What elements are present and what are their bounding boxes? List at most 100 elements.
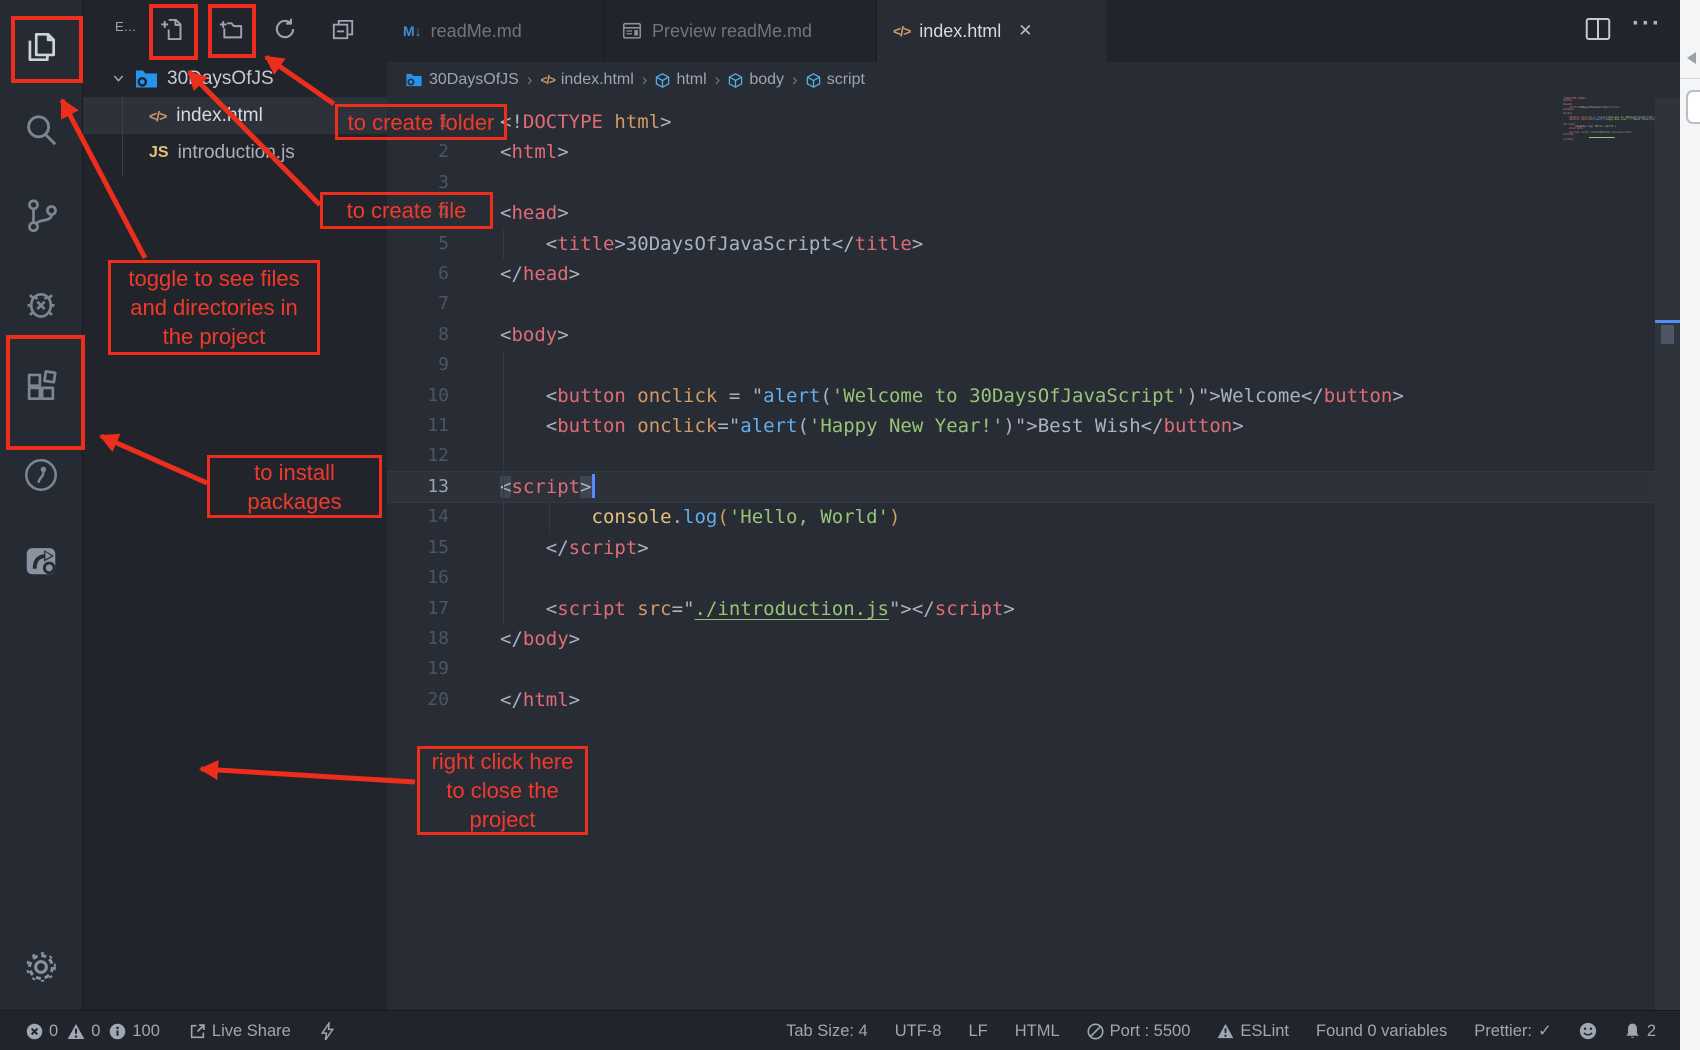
code-line[interactable]: 10 <button onclick = "alert('Welcome to …: [387, 381, 1655, 411]
run-session-icon[interactable]: [22, 456, 60, 494]
tab-preview-readme[interactable]: Preview readMe.md: [605, 0, 877, 62]
tab-size-indicator[interactable]: Tab Size: 4: [786, 1022, 868, 1041]
port-indicator[interactable]: Port : 5500: [1087, 1022, 1191, 1041]
folder-icon: [134, 68, 159, 90]
folder-icon: [405, 72, 423, 88]
circle-slash-icon: [1087, 1023, 1104, 1040]
code-line[interactable]: 2 <html>: [387, 137, 1655, 167]
lightning-icon: [320, 1022, 335, 1041]
minimap[interactable]: <!DOCTYPE html><html><head> <title>30Day…: [1563, 97, 1655, 217]
code-line[interactable]: 16: [387, 563, 1655, 593]
close-tab-icon[interactable]: ✕: [1018, 21, 1032, 41]
new-file-button[interactable]: [155, 13, 187, 45]
code-text: <html>: [500, 137, 569, 167]
code-line[interactable]: 19: [387, 654, 1655, 684]
breadcrumb-html[interactable]: html: [655, 71, 706, 89]
collapse-folders-button[interactable]: [327, 13, 359, 45]
check-icon: ✓: [1538, 1021, 1552, 1041]
overview-ruler-cursor-mark: [1655, 320, 1683, 323]
indent-guide: [549, 502, 550, 533]
code-line[interactable]: 17 <script src="./introduction.js"></scr…: [387, 594, 1655, 624]
bell-icon: [1624, 1022, 1641, 1040]
breadcrumb-file[interactable]: </> index.html: [540, 71, 633, 89]
code-line[interactable]: 13<script>: [387, 472, 1655, 502]
code-line[interactable]: 6 </head>: [387, 259, 1655, 289]
breadcrumb-body[interactable]: body: [728, 71, 784, 89]
rounded-square-icon: [1686, 90, 1700, 124]
tab-readme-md[interactable]: M↓ readMe.md: [387, 0, 604, 62]
code-editor[interactable]: 1<!DOCTYPE html>2 <html>34<head>5 <title>…: [387, 98, 1655, 1010]
code-line[interactable]: 11 <button onclick="alert('Happy New Yea…: [387, 411, 1655, 441]
code-text: <button onclick = "alert('Welcome to 30D…: [500, 381, 1404, 411]
search-icon[interactable]: [22, 111, 60, 149]
live-share-status[interactable]: Live Share: [189, 1022, 291, 1041]
encoding-indicator[interactable]: UTF-8: [895, 1022, 942, 1041]
back-chevron-icon[interactable]: [1687, 52, 1696, 64]
code-text: <title>30DaysOfJavaScript</title>: [500, 229, 923, 259]
split-editor-icon[interactable]: [1583, 14, 1613, 44]
live-share-icon[interactable]: [22, 541, 60, 579]
activity-bar: [0, 0, 83, 1010]
file-label: introduction.js: [178, 142, 295, 164]
code-line[interactable]: 5 <title>30DaysOfJavaScript</title>: [387, 229, 1655, 259]
code-line[interactable]: 12: [387, 441, 1655, 471]
eol-indicator[interactable]: LF: [968, 1022, 987, 1041]
new-folder-button[interactable]: [214, 13, 246, 45]
line-number: 11: [387, 411, 449, 441]
html-file-icon: </>: [149, 108, 166, 124]
code-line[interactable]: 3: [387, 168, 1655, 198]
code-line[interactable]: 1<!DOCTYPE html>: [387, 107, 1655, 137]
bolt-status-icon[interactable]: [320, 1022, 335, 1041]
code-line[interactable]: 15 </script>: [387, 533, 1655, 563]
line-number: 8: [387, 320, 449, 350]
explorer-icon[interactable]: [22, 28, 60, 66]
file-label: index.html: [176, 105, 263, 127]
code-line[interactable]: 8<body>: [387, 320, 1655, 350]
feedback-smiley[interactable]: [1579, 1022, 1597, 1040]
extensions-icon[interactable]: [22, 367, 60, 405]
line-number: 6: [387, 259, 449, 289]
code-text: </head>: [500, 259, 580, 289]
problems-errors[interactable]: 0: [26, 1022, 58, 1041]
line-number: 10: [387, 381, 449, 411]
breadcrumb-script[interactable]: script: [806, 71, 865, 89]
minimap-line: </html>: [1563, 138, 1655, 140]
language-indicator[interactable]: HTML: [1015, 1022, 1060, 1041]
scrollbar-thumb[interactable]: [1661, 325, 1674, 344]
annotation-close-project: right click here to close the project: [417, 746, 588, 835]
code-text: </body>: [500, 624, 580, 654]
code-line[interactable]: 9: [387, 350, 1655, 380]
notifications-bell[interactable]: 2: [1624, 1022, 1656, 1041]
settings-gear-icon[interactable]: [22, 948, 60, 986]
code-text: </html>: [500, 685, 580, 715]
problems-info[interactable]: 100: [109, 1022, 160, 1041]
source-control-icon[interactable]: [22, 196, 60, 234]
line-number: 2: [387, 137, 449, 167]
project-folder-row[interactable]: 30DaysOfJS: [83, 60, 387, 97]
tab-index-html[interactable]: </> index.html ✕: [877, 0, 1107, 62]
tab-label: index.html: [919, 21, 1001, 42]
breadcrumb-project[interactable]: 30DaysOfJS: [405, 71, 519, 89]
more-actions-icon[interactable]: ···: [1632, 10, 1662, 38]
editor-scrollbar[interactable]: [1655, 98, 1680, 1010]
code-line[interactable]: 20 </html>: [387, 685, 1655, 715]
code-lines: 1<!DOCTYPE html>2 <html>34<head>5 <title>…: [387, 107, 1655, 715]
variables-indicator[interactable]: Found 0 variables: [1316, 1022, 1447, 1041]
adjacent-window-strip: [1680, 0, 1700, 1050]
tab-label: Preview readMe.md: [652, 21, 812, 42]
code-line[interactable]: 7: [387, 289, 1655, 319]
divider: [1680, 78, 1700, 79]
html-file-icon: </>: [540, 73, 554, 87]
annotation-create-file: to create file: [320, 192, 493, 229]
refresh-button[interactable]: [269, 13, 301, 45]
eslint-indicator[interactable]: ESLint: [1217, 1022, 1289, 1041]
code-line[interactable]: 14 console.log('Hello, World'): [387, 502, 1655, 532]
code-line[interactable]: 18</body>: [387, 624, 1655, 654]
text-cursor: [592, 474, 595, 498]
debug-icon[interactable]: [22, 284, 60, 322]
line-number: 20: [387, 685, 449, 715]
code-line[interactable]: 4<head>: [387, 198, 1655, 228]
problems-warnings[interactable]: 0: [67, 1022, 100, 1041]
explorer-header-label: E...: [115, 19, 136, 34]
prettier-indicator[interactable]: Prettier:✓: [1474, 1021, 1552, 1041]
